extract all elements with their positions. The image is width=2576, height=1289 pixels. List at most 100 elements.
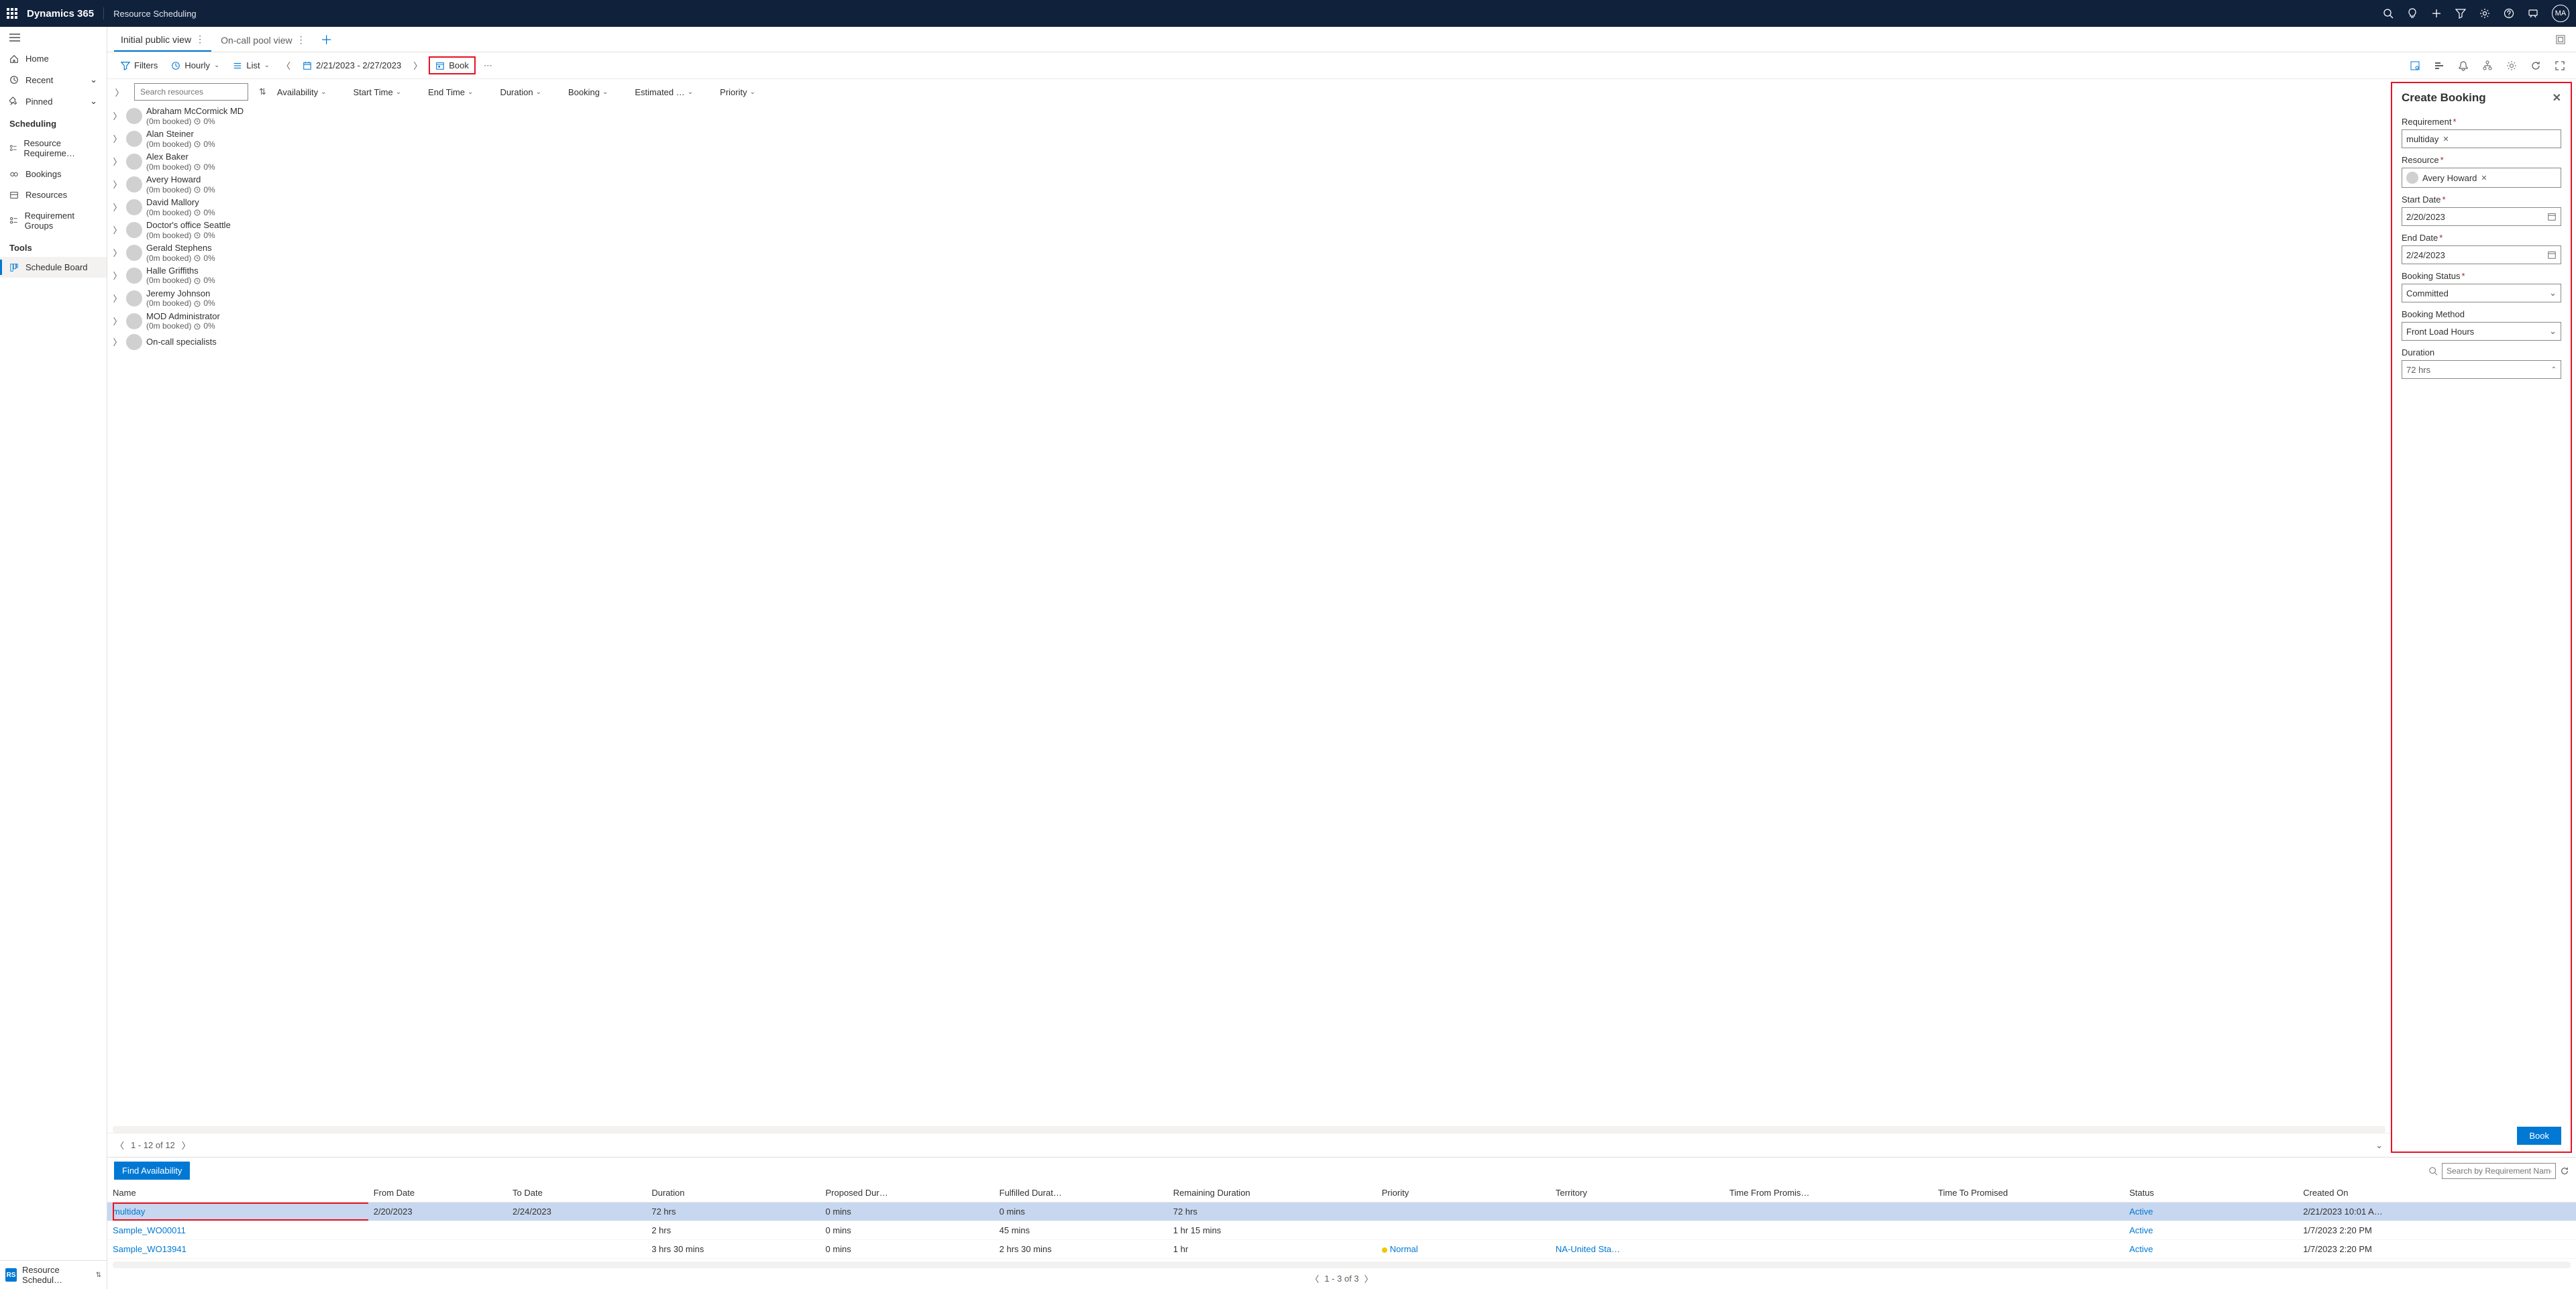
column-header[interactable]: Proposed Dur…: [820, 1184, 994, 1202]
expand-icon[interactable]: 〉: [113, 269, 122, 282]
sort-button[interactable]: ⇅: [256, 85, 269, 99]
nav-resources[interactable]: Resources: [0, 184, 107, 205]
search-resources-input[interactable]: [134, 83, 248, 101]
resource-row[interactable]: 〉 On-call specialists: [107, 333, 2391, 351]
table-row[interactable]: multiday2/20/20232/24/202372 hrs0 mins0 …: [107, 1202, 2576, 1221]
gantt-icon[interactable]: [2431, 58, 2447, 74]
view-list-dropdown[interactable]: List ⌄: [227, 58, 275, 73]
nav-schedule-board[interactable]: Schedule Board: [0, 257, 107, 278]
book-submit-button[interactable]: Book: [2517, 1127, 2561, 1145]
resource-row[interactable]: 〉 Abraham McCormick MD (0m booked) 0%: [107, 105, 2391, 127]
resource-row[interactable]: 〉 David Mallory (0m booked) 0%: [107, 196, 2391, 219]
lightbulb-icon[interactable]: [2407, 8, 2418, 19]
column-header[interactable]: Remaining Duration: [1168, 1184, 1377, 1202]
requirement-link[interactable]: Sample_WO00011: [113, 1225, 186, 1235]
col-booking[interactable]: Booking⌄: [568, 87, 608, 97]
nav-home[interactable]: Home: [0, 48, 107, 69]
resource-row[interactable]: 〉 Alex Baker (0m booked) 0%: [107, 150, 2391, 173]
nav-requirement-groups[interactable]: Requirement Groups: [0, 205, 107, 236]
nav-bookings[interactable]: Bookings: [0, 164, 107, 184]
prev-range-button[interactable]: 〈: [278, 58, 294, 73]
horizontal-scrollbar[interactable]: [113, 1126, 2385, 1133]
area-switcher[interactable]: RS Resource Schedul… ⇅: [0, 1260, 107, 1289]
resource-row[interactable]: 〉 Halle Griffiths (0m booked) 0%: [107, 264, 2391, 287]
status-link[interactable]: Active: [2129, 1244, 2153, 1254]
help-icon[interactable]: [2504, 8, 2514, 19]
col-priority[interactable]: Priority⌄: [720, 87, 755, 97]
requirement-link[interactable]: Sample_WO13941: [113, 1244, 186, 1254]
column-header[interactable]: Name: [107, 1184, 368, 1202]
user-avatar[interactable]: MA: [2552, 5, 2569, 22]
expand-tabs-icon[interactable]: [2552, 31, 2569, 48]
col-estimated[interactable]: Estimated …⌄: [635, 87, 693, 97]
next-range-button[interactable]: 〉: [409, 58, 426, 73]
tab-on-call-pool-view[interactable]: On-call pool view ⋮: [214, 27, 313, 51]
find-availability-button[interactable]: Find Availability: [114, 1162, 190, 1180]
search-input[interactable]: [139, 87, 246, 97]
resource-row[interactable]: 〉 Gerald Stephens (0m booked) 0%: [107, 241, 2391, 264]
col-end-time[interactable]: End Time⌄: [428, 87, 473, 97]
priority-link[interactable]: Normal: [1390, 1244, 1418, 1254]
filters-button[interactable]: Filters: [115, 58, 163, 73]
nav-pinned[interactable]: Pinned ⌄: [0, 91, 107, 112]
territory-link[interactable]: NA-United Sta…: [1556, 1244, 1620, 1254]
add-tab-button[interactable]: ＋: [315, 28, 338, 51]
bell-icon[interactable]: [2455, 58, 2471, 74]
clear-icon[interactable]: ✕: [2481, 174, 2487, 182]
column-header[interactable]: Time To Promised: [1933, 1184, 2124, 1202]
resource-row[interactable]: 〉 Alan Steiner (0m booked) 0%: [107, 127, 2391, 150]
expand-icon[interactable]: 〉: [113, 335, 122, 348]
next-page-button[interactable]: 〉: [1364, 1272, 1373, 1285]
column-header[interactable]: Duration: [646, 1184, 820, 1202]
filter-icon[interactable]: [2455, 8, 2466, 19]
more-actions-button[interactable]: ⋯: [478, 58, 498, 74]
expand-icon[interactable]: 〉: [113, 223, 122, 236]
table-row[interactable]: Sample_WO139413 hrs 30 mins0 mins2 hrs 3…: [107, 1240, 2576, 1259]
resource-row[interactable]: 〉 MOD Administrator (0m booked) 0%: [107, 310, 2391, 333]
col-duration[interactable]: Duration⌄: [500, 87, 541, 97]
calendar-icon[interactable]: [2547, 212, 2557, 221]
next-page-button[interactable]: 〉: [182, 1139, 191, 1152]
prev-page-button[interactable]: 〈: [1310, 1272, 1319, 1285]
column-header[interactable]: Time From Promis…: [1724, 1184, 1933, 1202]
hamburger-icon[interactable]: [0, 27, 107, 48]
expand-icon[interactable]: 〉: [113, 315, 122, 327]
expand-icon[interactable]: 〉: [113, 201, 122, 213]
plus-icon[interactable]: [2431, 8, 2442, 19]
requirement-link[interactable]: multiday: [113, 1207, 145, 1217]
column-header[interactable]: Territory: [1550, 1184, 1724, 1202]
area-name[interactable]: Resource Scheduling: [113, 9, 197, 19]
settings-icon[interactable]: [2504, 58, 2520, 74]
horizontal-scrollbar[interactable]: [113, 1262, 2571, 1268]
calendar-icon[interactable]: [2547, 250, 2557, 260]
app-launcher-icon[interactable]: [7, 8, 17, 19]
assistant-icon[interactable]: [2528, 8, 2538, 19]
map-panel-icon[interactable]: [2407, 58, 2423, 74]
refresh-icon[interactable]: [2528, 58, 2544, 74]
booking-method-field[interactable]: Front Load Hours ⌄: [2402, 322, 2561, 341]
timescale-dropdown[interactable]: Hourly ⌄: [166, 58, 225, 73]
column-header[interactable]: Fulfilled Durat…: [994, 1184, 1168, 1202]
expand-all-button[interactable]: 〉: [113, 86, 126, 99]
expand-icon[interactable]: 〉: [113, 109, 122, 122]
expand-icon[interactable]: 〉: [113, 132, 122, 145]
status-link[interactable]: Active: [2129, 1207, 2153, 1217]
date-range-picker[interactable]: 2/21/2023 - 2/27/2023: [297, 58, 407, 73]
resource-row[interactable]: 〉 Avery Howard (0m booked) 0%: [107, 173, 2391, 196]
nav-resource-requirements[interactable]: Resource Requireme…: [0, 133, 107, 164]
tab-initial-public-view[interactable]: Initial public view ⋮: [114, 27, 211, 52]
column-header[interactable]: From Date: [368, 1184, 507, 1202]
clear-icon[interactable]: ✕: [2443, 135, 2449, 144]
search-icon[interactable]: [2428, 1166, 2438, 1176]
resource-row[interactable]: 〉 Jeremy Johnson (0m booked) 0%: [107, 287, 2391, 310]
booking-status-field[interactable]: Committed ⌄: [2402, 284, 2561, 302]
expand-icon[interactable]: 〉: [113, 178, 122, 190]
tab-menu-icon[interactable]: ⋮: [195, 34, 205, 45]
search-icon[interactable]: [2383, 8, 2394, 19]
column-header[interactable]: Priority: [1377, 1184, 1550, 1202]
nav-recent[interactable]: Recent ⌄: [0, 69, 107, 91]
hierarchy-icon[interactable]: [2479, 58, 2496, 74]
tab-menu-icon[interactable]: ⋮: [297, 34, 306, 46]
expand-icon[interactable]: 〉: [113, 292, 122, 304]
requirement-search-input[interactable]: [2442, 1163, 2556, 1179]
